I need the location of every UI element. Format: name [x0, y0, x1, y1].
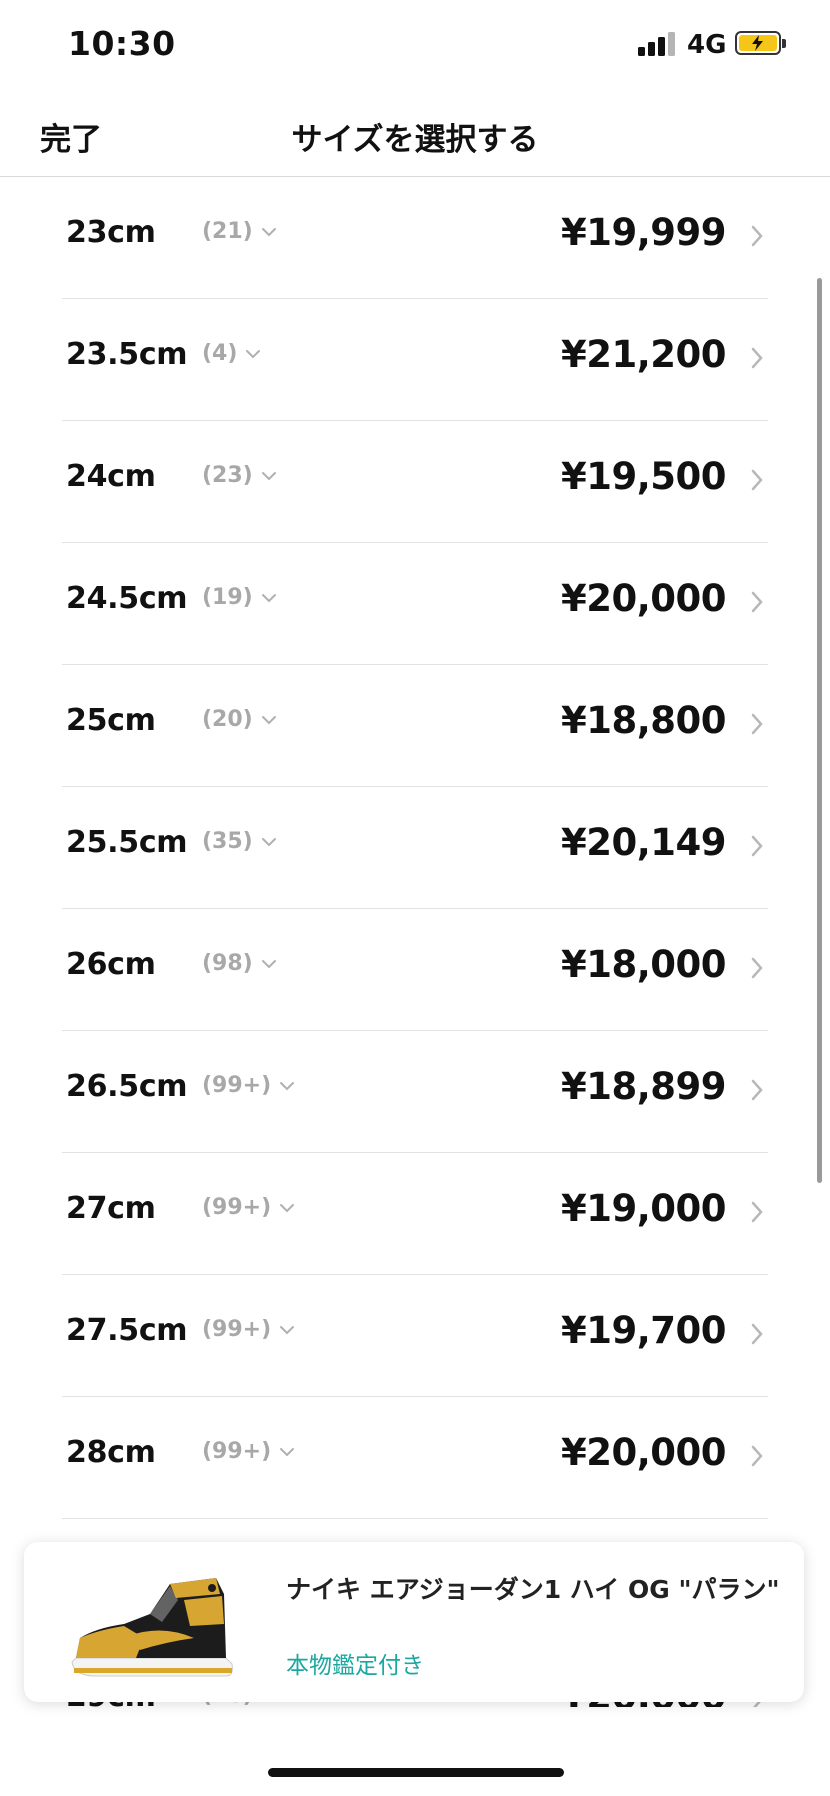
listing-count-label: (99+) — [202, 1317, 272, 1342]
listing-count[interactable]: (99+) — [202, 1073, 295, 1098]
size-label: 25.5cm — [66, 825, 188, 860]
listing-count-label: (99+) — [202, 1439, 272, 1464]
chevron-right-icon — [751, 225, 763, 247]
listing-count[interactable]: (4) — [202, 341, 261, 366]
size-row[interactable]: 25cm (20) ¥18,800 — [0, 665, 830, 787]
listing-count[interactable]: (99+) — [202, 1439, 295, 1464]
chevron-down-icon — [261, 837, 276, 846]
size-row[interactable]: 26cm (98) ¥18,000 — [0, 909, 830, 1031]
price-label: ¥18,899 — [560, 1065, 727, 1108]
listing-count-label: (20) — [202, 707, 253, 732]
chevron-down-icon — [261, 959, 276, 968]
chevron-down-icon — [246, 349, 261, 358]
listing-count-label: (98) — [202, 951, 253, 976]
size-row[interactable]: 23cm (21) ¥19,999 — [0, 177, 830, 299]
listing-count-label: (19) — [202, 585, 253, 610]
size-row[interactable]: 24cm (23) ¥19,500 — [0, 421, 830, 543]
size-label: 27.5cm — [66, 1313, 188, 1348]
status-bar: 10:30 4G — [0, 0, 830, 90]
chevron-down-icon — [261, 715, 276, 724]
listing-count-label: (23) — [202, 463, 253, 488]
chevron-right-icon — [751, 591, 763, 613]
authenticity-badge: 本物鑑定付き — [286, 1653, 424, 1679]
price-label: ¥18,000 — [560, 943, 727, 986]
chevron-down-icon — [261, 471, 276, 480]
price-label: ¥19,999 — [560, 211, 727, 254]
size-label: 28cm — [66, 1435, 156, 1470]
price-label: ¥18,800 — [560, 699, 727, 742]
page-title: サイズを選択する — [291, 122, 539, 158]
listing-count-label: (35) — [202, 829, 253, 854]
listing-count-label: (21) — [202, 219, 253, 244]
chevron-right-icon — [751, 1201, 763, 1223]
size-label: 24cm — [66, 459, 156, 494]
size-row[interactable]: 27cm (99+) ¥19,000 — [0, 1153, 830, 1275]
home-indicator[interactable] — [268, 1768, 564, 1777]
size-label: 26.5cm — [66, 1069, 188, 1104]
chevron-down-icon — [280, 1447, 295, 1456]
size-label: 25cm — [66, 703, 156, 738]
size-label: 23.5cm — [66, 337, 188, 372]
price-label: ¥20,149 — [560, 821, 727, 864]
signal-icon — [638, 32, 678, 56]
size-label: 23cm — [66, 215, 156, 250]
battery-charging-icon — [735, 31, 786, 55]
chevron-right-icon — [751, 713, 763, 735]
chevron-down-icon — [280, 1325, 295, 1334]
price-label: ¥21,200 — [560, 333, 727, 376]
listing-count[interactable]: (20) — [202, 707, 277, 732]
price-label: ¥20,000 — [560, 577, 727, 620]
listing-count[interactable]: (98) — [202, 951, 277, 976]
chevron-right-icon — [751, 1445, 763, 1467]
chevron-right-icon — [751, 469, 763, 491]
sneaker-image — [71, 1578, 233, 1677]
chevron-right-icon — [751, 1079, 763, 1101]
product-name: ナイキ エアジョーダン1 ハイ OG "パラン" — [286, 1575, 780, 1604]
chevron-right-icon — [751, 347, 763, 369]
chevron-down-icon — [280, 1081, 295, 1090]
size-row[interactable]: 24.5cm (19) ¥20,000 — [0, 543, 830, 665]
size-row[interactable]: 27.5cm (99+) ¥19,700 — [0, 1275, 830, 1397]
chevron-right-icon — [751, 835, 763, 857]
listing-count[interactable]: (35) — [202, 829, 277, 854]
chevron-down-icon — [261, 227, 276, 236]
listing-count-label: (99+) — [202, 1073, 272, 1098]
network-label: 4G — [687, 30, 727, 60]
size-row[interactable]: 28cm (99+) ¥20,000 — [0, 1397, 830, 1519]
scrollbar[interactable] — [817, 278, 822, 1183]
size-row[interactable]: 23.5cm (4) ¥21,200 — [0, 299, 830, 421]
size-row[interactable]: 26.5cm (99+) ¥18,899 — [0, 1031, 830, 1153]
size-row[interactable]: 25.5cm (35) ¥20,149 — [0, 787, 830, 909]
nav-bar: 完了 サイズを選択する — [0, 90, 830, 177]
size-list[interactable]: 23cm (21) ¥19,999 23.5cm (4) ¥21,200 24cm (23) ¥… — [0, 177, 830, 1707]
listing-count-label: (99+) — [202, 1195, 272, 1220]
price-label: ¥19,700 — [560, 1309, 727, 1352]
status-time: 10:30 — [68, 24, 176, 63]
size-label: 27cm — [66, 1191, 156, 1226]
price-label: ¥19,500 — [560, 455, 727, 498]
price-label: ¥20,000 — [560, 1431, 727, 1474]
listing-count[interactable]: (99+) — [202, 1195, 295, 1220]
chevron-down-icon — [280, 1203, 295, 1212]
listing-count[interactable]: (23) — [202, 463, 277, 488]
listing-count[interactable]: (19) — [202, 585, 277, 610]
listing-count[interactable]: (21) — [202, 219, 277, 244]
listing-count-label: (4) — [202, 341, 238, 366]
price-label: ¥19,000 — [560, 1187, 727, 1230]
chevron-right-icon — [751, 957, 763, 979]
product-card[interactable]: ナイキ エアジョーダン1 ハイ OG "パラン" 本物鑑定付き — [24, 1542, 804, 1702]
chevron-down-icon — [261, 593, 276, 602]
size-label: 26cm — [66, 947, 156, 982]
size-label: 24.5cm — [66, 581, 188, 616]
chevron-right-icon — [751, 1323, 763, 1345]
listing-count[interactable]: (99+) — [202, 1317, 295, 1342]
